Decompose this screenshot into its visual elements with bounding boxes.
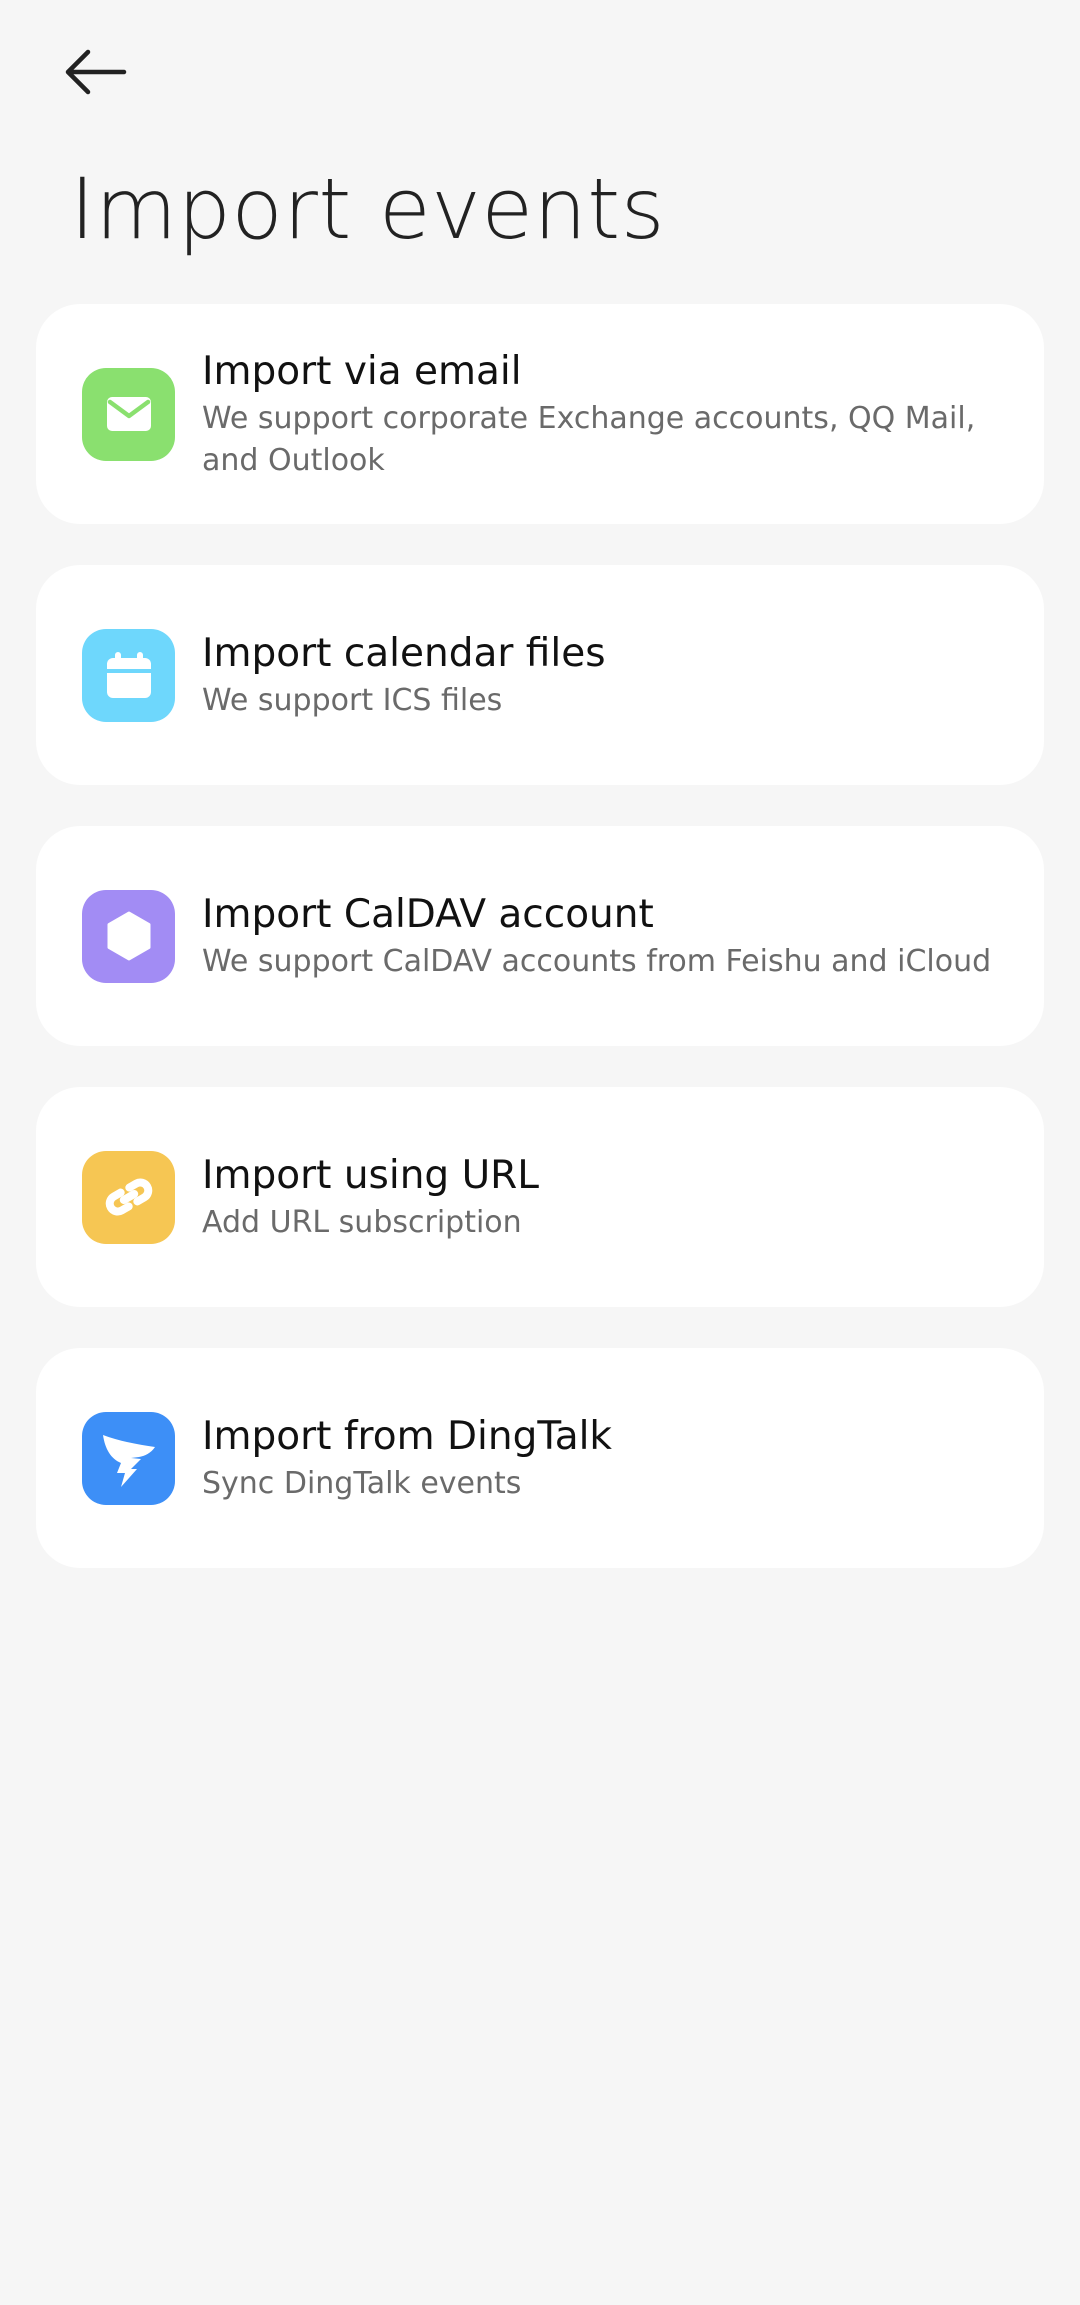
import-options-list: Import via email We support corporate Ex…: [36, 304, 1044, 1609]
import-caldav-account-option[interactable]: Import CalDAV account We support CalDAV …: [36, 826, 1044, 1046]
option-description: We support corporate Exchange accounts, …: [202, 400, 976, 478]
import-using-url-option[interactable]: Import using URL Add URL subscription: [36, 1087, 1044, 1307]
import-from-dingtalk-option[interactable]: Import from DingTalk Sync DingTalk event…: [36, 1348, 1044, 1568]
option-description: Sync DingTalk events: [202, 1465, 522, 1501]
option-title: Import from DingTalk: [202, 1413, 613, 1459]
mail-icon: [82, 367, 175, 461]
hexagon-icon: [82, 889, 175, 983]
page-title: Import events: [70, 160, 665, 258]
option-title: Import CalDAV account: [202, 891, 654, 937]
option-title: Import using URL: [202, 1152, 539, 1198]
option-title: Import calendar files: [202, 630, 606, 676]
option-title: Import via email: [202, 348, 522, 394]
import-calendar-files-option[interactable]: Import calendar files We support ICS fil…: [36, 565, 1044, 785]
dingtalk-icon: [82, 1411, 175, 1505]
link-icon: [82, 1150, 175, 1244]
option-description: We support ICS files: [202, 682, 503, 718]
option-description: Add URL subscription: [202, 1204, 522, 1240]
calendar-icon: [82, 628, 175, 722]
option-description: We support CalDAV accounts from Feishu a…: [202, 943, 992, 979]
back-button[interactable]: [62, 32, 158, 112]
import-via-email-option[interactable]: Import via email We support corporate Ex…: [36, 304, 1044, 524]
arrow-left-icon: [65, 49, 127, 95]
